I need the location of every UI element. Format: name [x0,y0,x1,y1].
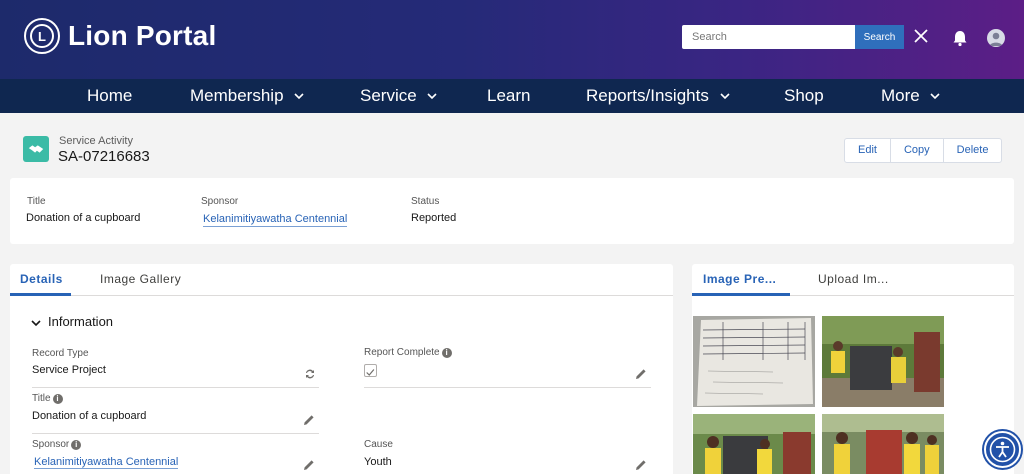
nav-item-more[interactable]: More [881,79,941,113]
info-icon[interactable]: i [71,440,82,450]
edit-button[interactable]: Edit [845,139,891,162]
title-label-text: Title [32,393,51,404]
nav-item-reports[interactable]: Reports/Insights [586,79,730,113]
nav-item-label: Service [360,86,417,105]
pencil-icon[interactable] [303,459,315,471]
accessibility-icon [989,436,1016,463]
highlight-sponsor-link[interactable]: Kelanimitiyawatha Centennial [203,213,348,227]
record-id: SA-07216683 [58,148,150,165]
nav-item-label: Membership [190,86,284,105]
nav-item-label: Shop [784,86,824,105]
chevron-down-icon [294,93,304,100]
tab-upload-image[interactable]: Upload Im... [818,264,889,296]
nav-item-label: More [881,86,920,105]
nav-item-label: Reports/Insights [586,86,709,105]
pencil-icon[interactable] [303,414,315,426]
section-information-title[interactable]: Information [48,314,113,329]
accessibility-button[interactable] [984,431,1021,468]
group-photo [693,414,815,474]
record-actions: Edit Copy Delete [844,138,1003,163]
tab-image-preview-underline [692,293,790,296]
title-label: Title i [32,393,63,404]
handshake-icon [23,136,49,162]
sponsor-label-text: Sponsor [32,439,70,450]
search-button[interactable]: Search [855,25,904,49]
highlight-sponsor-label: Sponsor [201,196,239,207]
check-icon [366,369,375,376]
pencil-icon[interactable] [635,459,647,471]
document-photo [693,316,815,407]
highlights-panel: Title Donation of a cupboard Sponsor Kel… [10,178,1014,244]
report-complete-checkbox[interactable] [364,364,377,377]
tab-image-preview[interactable]: Image Pre... [703,264,776,296]
field-separator [364,387,651,388]
title-value: Donation of a cupboard [32,410,147,422]
cause-label: Cause [364,439,393,450]
tab-details-underline [10,293,71,296]
chevron-down-icon[interactable] [31,318,41,328]
nav-item-shop[interactable]: Shop [784,79,824,113]
copy-button[interactable]: Copy [891,139,944,162]
highlight-status-value: Reported [411,212,457,224]
field-separator [32,433,319,434]
image-thumbnail[interactable] [822,414,944,474]
close-icon[interactable] [911,25,931,47]
record-type-label: Record Type [32,348,89,359]
sponsor-link[interactable]: Kelanimitiyawatha Centennial [34,456,179,469]
image-thumbnail[interactable] [693,414,815,474]
pencil-icon[interactable] [635,368,647,380]
info-icon[interactable]: i [52,394,63,404]
portal-brand[interactable]: Lion Portal [68,20,216,52]
highlight-title-label: Title [27,196,46,207]
field-separator [32,387,319,388]
tab-details[interactable]: Details [20,264,63,296]
avatar[interactable] [987,29,1005,47]
avatar-icon [989,32,1003,46]
nav-item-learn[interactable]: Learn [487,79,530,113]
highlight-status-label: Status [411,196,440,207]
chevron-down-icon [427,93,437,100]
outdoor-photo [822,316,944,407]
lions-logo[interactable]: L [24,18,60,54]
tab-image-gallery[interactable]: Image Gallery [100,264,181,296]
image-thumbnail[interactable] [822,316,944,407]
handshake-glyph [28,145,44,153]
chevron-down-icon [720,93,730,100]
nav-item-label: Home [87,86,133,105]
delete-button[interactable]: Delete [944,139,1002,162]
record-object-type: Service Activity [59,135,133,147]
lions-logo-mark: L [30,24,54,48]
chevron-down-icon [930,93,941,100]
image-thumbnail[interactable] [693,316,815,407]
portal-header: L Lion Portal Search [0,0,1024,79]
report-complete-label-text: Report Complete [364,347,440,358]
group-photo [822,414,944,474]
highlight-title-value: Donation of a cupboard [26,212,141,224]
nav-item-service[interactable]: Service [360,79,437,113]
nav-item-membership[interactable]: Membership [190,79,304,113]
nav-item-label: Learn [487,86,531,105]
sponsor-label: Sponsor i [32,439,82,450]
search-input[interactable] [682,25,856,49]
record-type-value: Service Project [32,364,106,376]
change-record-type-icon[interactable] [304,368,316,380]
cause-value: Youth [364,456,392,468]
report-complete-label: Report Complete i [364,347,452,358]
nav-item-home[interactable]: Home [87,79,132,113]
info-icon[interactable]: i [441,348,452,358]
bell-icon[interactable] [950,28,970,48]
main-nav: Home Membership Service Learn Reports/In… [0,79,1024,113]
